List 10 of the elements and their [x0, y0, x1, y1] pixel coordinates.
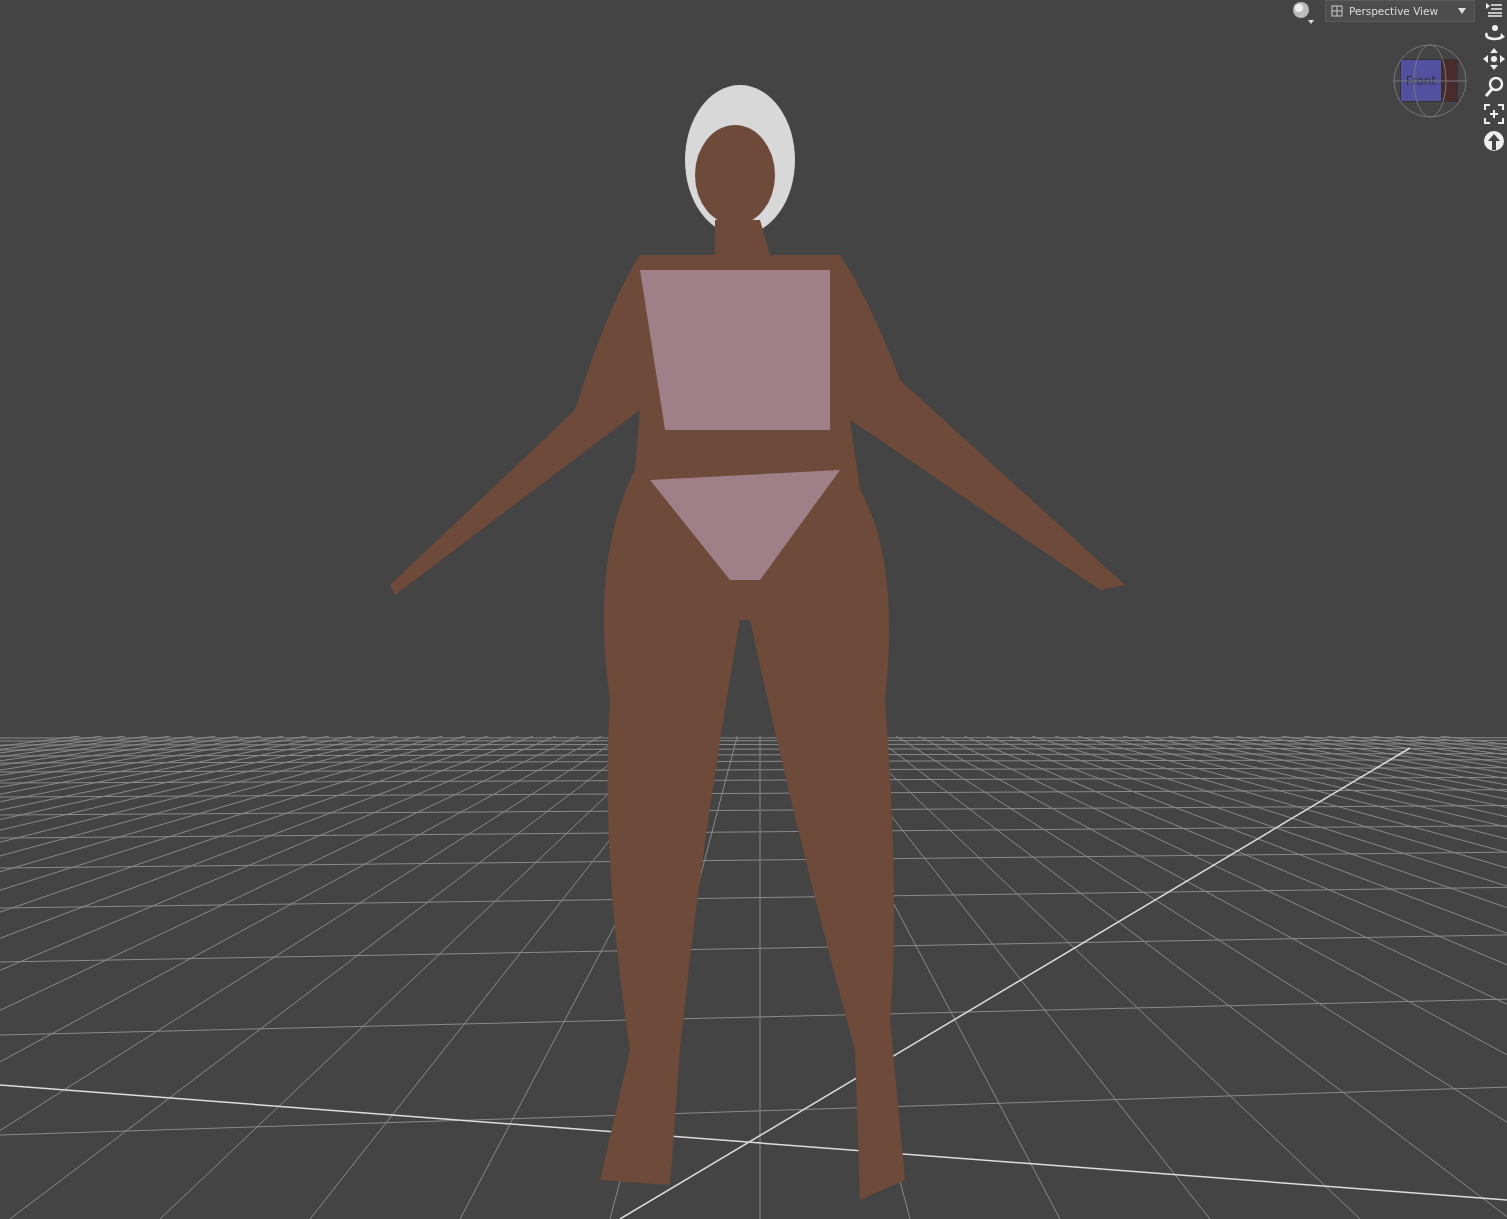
caret-icon — [1458, 8, 1466, 14]
window-icon — [1331, 5, 1343, 17]
menu-icon[interactable] — [1485, 2, 1503, 18]
move-icon[interactable] — [1483, 48, 1505, 70]
orbit-icon[interactable] — [1483, 24, 1505, 42]
arrow-up-circle-icon[interactable] — [1483, 130, 1505, 152]
sphere-icon[interactable] — [1291, 0, 1315, 24]
view-dropdown[interactable]: Perspective View — [1325, 0, 1475, 22]
zoom-icon[interactable] — [1484, 76, 1504, 98]
frame-icon[interactable] — [1484, 104, 1504, 124]
